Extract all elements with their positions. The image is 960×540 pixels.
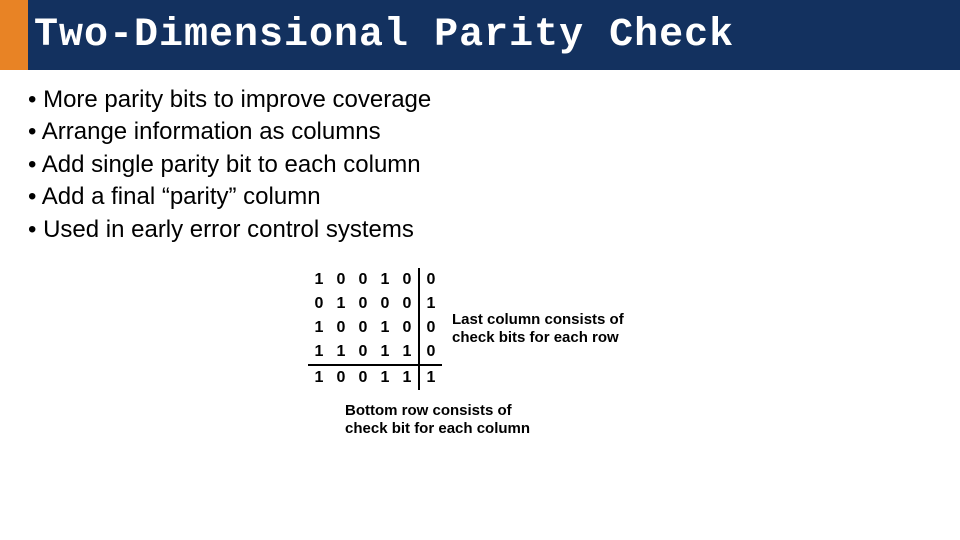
parity-cell: 1 (396, 340, 419, 365)
parity-cell: 0 (330, 316, 352, 340)
parity-cell: 0 (419, 316, 442, 340)
parity-cell: 1 (330, 340, 352, 365)
parity-cell: 0 (396, 268, 419, 292)
table-row: 1 0 0 1 0 0 (308, 316, 442, 340)
parity-cell: 0 (419, 340, 442, 365)
bullet-item: More parity bits to improve coverage (28, 84, 932, 116)
bullet-list: More parity bits to improve coverage Arr… (28, 84, 932, 246)
table-row: 0 1 0 0 0 1 (308, 292, 442, 316)
bullet-item: Arrange information as columns (28, 116, 932, 148)
parity-cell: 0 (308, 292, 330, 316)
parity-cell: 0 (352, 316, 374, 340)
parity-cell: 0 (352, 365, 374, 390)
parity-cell: 1 (374, 365, 396, 390)
parity-table: 1 0 0 1 0 0 0 1 0 0 0 1 1 0 (308, 268, 442, 390)
parity-cell: 0 (396, 316, 419, 340)
accent-block (0, 0, 28, 70)
slide-title: Two-Dimensional Parity Check (34, 13, 734, 58)
bottom-annotation: Bottom row consists of check bit for eac… (345, 402, 555, 438)
parity-cell: 1 (374, 340, 396, 365)
parity-cell: 1 (419, 292, 442, 316)
parity-cell: 0 (330, 365, 352, 390)
table-row: 1 0 0 1 0 0 (308, 268, 442, 292)
slide-body: More parity bits to improve coverage Arr… (0, 70, 960, 438)
parity-cell: 1 (396, 365, 419, 390)
title-bar: Two-Dimensional Parity Check (0, 0, 960, 70)
parity-cell: 1 (308, 268, 330, 292)
bullet-item: Add a final “parity” column (28, 181, 932, 213)
parity-diagram: 1 0 0 1 0 0 0 1 0 0 0 1 1 0 (28, 268, 932, 438)
parity-cell: 1 (330, 292, 352, 316)
table-row: 1 0 0 1 1 1 (308, 365, 442, 390)
parity-cell: 0 (419, 268, 442, 292)
table-and-side-note: 1 0 0 1 0 0 0 1 0 0 0 1 1 0 (308, 268, 652, 390)
parity-cell: 0 (374, 292, 396, 316)
parity-cell: 1 (374, 316, 396, 340)
bullet-item: Add single parity bit to each column (28, 149, 932, 181)
parity-cell: 0 (396, 292, 419, 316)
parity-cell: 0 (352, 340, 374, 365)
table-row: 1 1 0 1 1 0 (308, 340, 442, 365)
bullet-item: Used in early error control systems (28, 214, 932, 246)
parity-cell: 1 (419, 365, 442, 390)
parity-cell: 0 (352, 268, 374, 292)
parity-cell: 1 (308, 340, 330, 365)
parity-cell: 0 (330, 268, 352, 292)
side-annotation: Last column consists of check bits for e… (452, 311, 652, 347)
parity-cell: 1 (308, 316, 330, 340)
parity-cell: 0 (352, 292, 374, 316)
parity-cell: 1 (374, 268, 396, 292)
parity-cell: 1 (308, 365, 330, 390)
